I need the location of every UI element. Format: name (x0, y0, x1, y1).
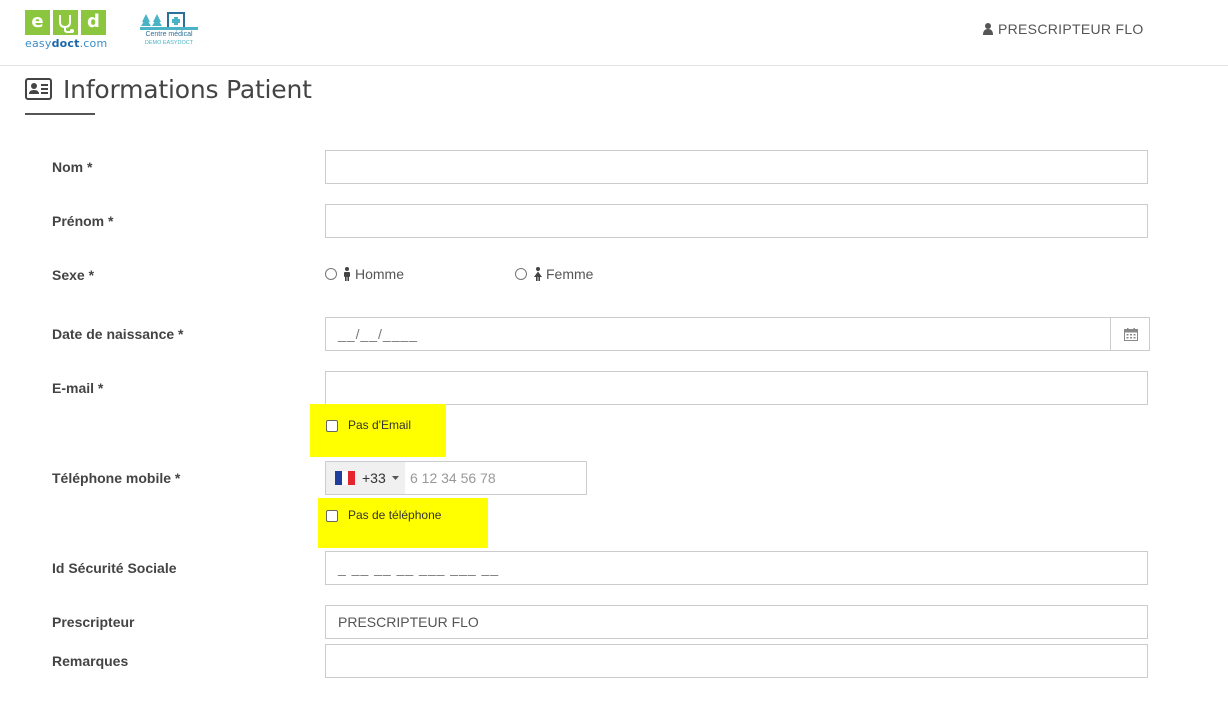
secu-input[interactable]: _ __ __ __ ___ ___ __ (325, 551, 1148, 585)
id-card-icon (25, 78, 52, 105)
country-code: +33 (362, 470, 386, 486)
email-input[interactable] (325, 371, 1148, 405)
calendar-button[interactable] (1110, 317, 1150, 351)
sexe-option-femme[interactable]: Femme (533, 266, 593, 282)
remarques-input[interactable] (325, 644, 1148, 678)
prenom-input[interactable] (325, 204, 1148, 238)
secu-label: Id Sécurité Sociale (52, 560, 177, 576)
nom-label: Nom * (52, 159, 93, 175)
telephone-field: +33 (325, 461, 587, 495)
user-name: PRESCRIPTEUR FLO (998, 21, 1144, 37)
male-icon (344, 267, 350, 281)
naissance-input[interactable]: __/__/____ (325, 317, 1150, 351)
female-icon (534, 267, 542, 281)
logo-wordmark[interactable]: easydoct.com (25, 37, 107, 50)
email-label: E-mail * (52, 380, 104, 396)
highlight-pas-telephone (318, 498, 488, 548)
sexe-radio-homme[interactable] (325, 268, 337, 280)
logo-letter-d: d (81, 10, 106, 35)
title-underline (25, 113, 95, 115)
prescripteur-label: Prescripteur (52, 614, 135, 630)
logo-letter-e: e (25, 10, 50, 35)
nom-input[interactable] (325, 150, 1148, 184)
stethoscope-icon (53, 10, 78, 35)
sexe-label: Sexe * (52, 267, 95, 283)
remarques-label: Remarques (52, 653, 129, 669)
sexe-option-homme[interactable]: Homme (342, 266, 404, 282)
pas-telephone-label[interactable]: Pas de téléphone (348, 508, 441, 522)
prenom-label: Prénom * (52, 213, 114, 229)
user-menu[interactable]: PRESCRIPTEUR FLO (983, 21, 1144, 37)
top-header: e d easydoct.com Centre médical DEMO EAS… (0, 0, 1228, 66)
telephone-label: Téléphone mobile * (52, 470, 181, 486)
pas-email-checkbox[interactable] (326, 420, 338, 432)
sexe-radio-femme[interactable] (515, 268, 527, 280)
france-flag-icon (335, 471, 355, 485)
calendar-icon (1123, 327, 1138, 341)
user-icon (983, 23, 993, 35)
pas-telephone-checkbox[interactable] (326, 510, 338, 522)
naissance-label: Date de naissance * (52, 326, 184, 342)
caret-down-icon (392, 476, 399, 480)
country-selector[interactable]: +33 (326, 462, 405, 494)
centre-medical-label: Centre médical DEMO EASYDOCT (144, 31, 194, 46)
pas-email-label[interactable]: Pas d'Email (348, 418, 411, 432)
telephone-input[interactable] (405, 462, 586, 494)
prescripteur-input[interactable]: PRESCRIPTEUR FLO (325, 605, 1148, 639)
page-title: Informations Patient (63, 75, 312, 104)
